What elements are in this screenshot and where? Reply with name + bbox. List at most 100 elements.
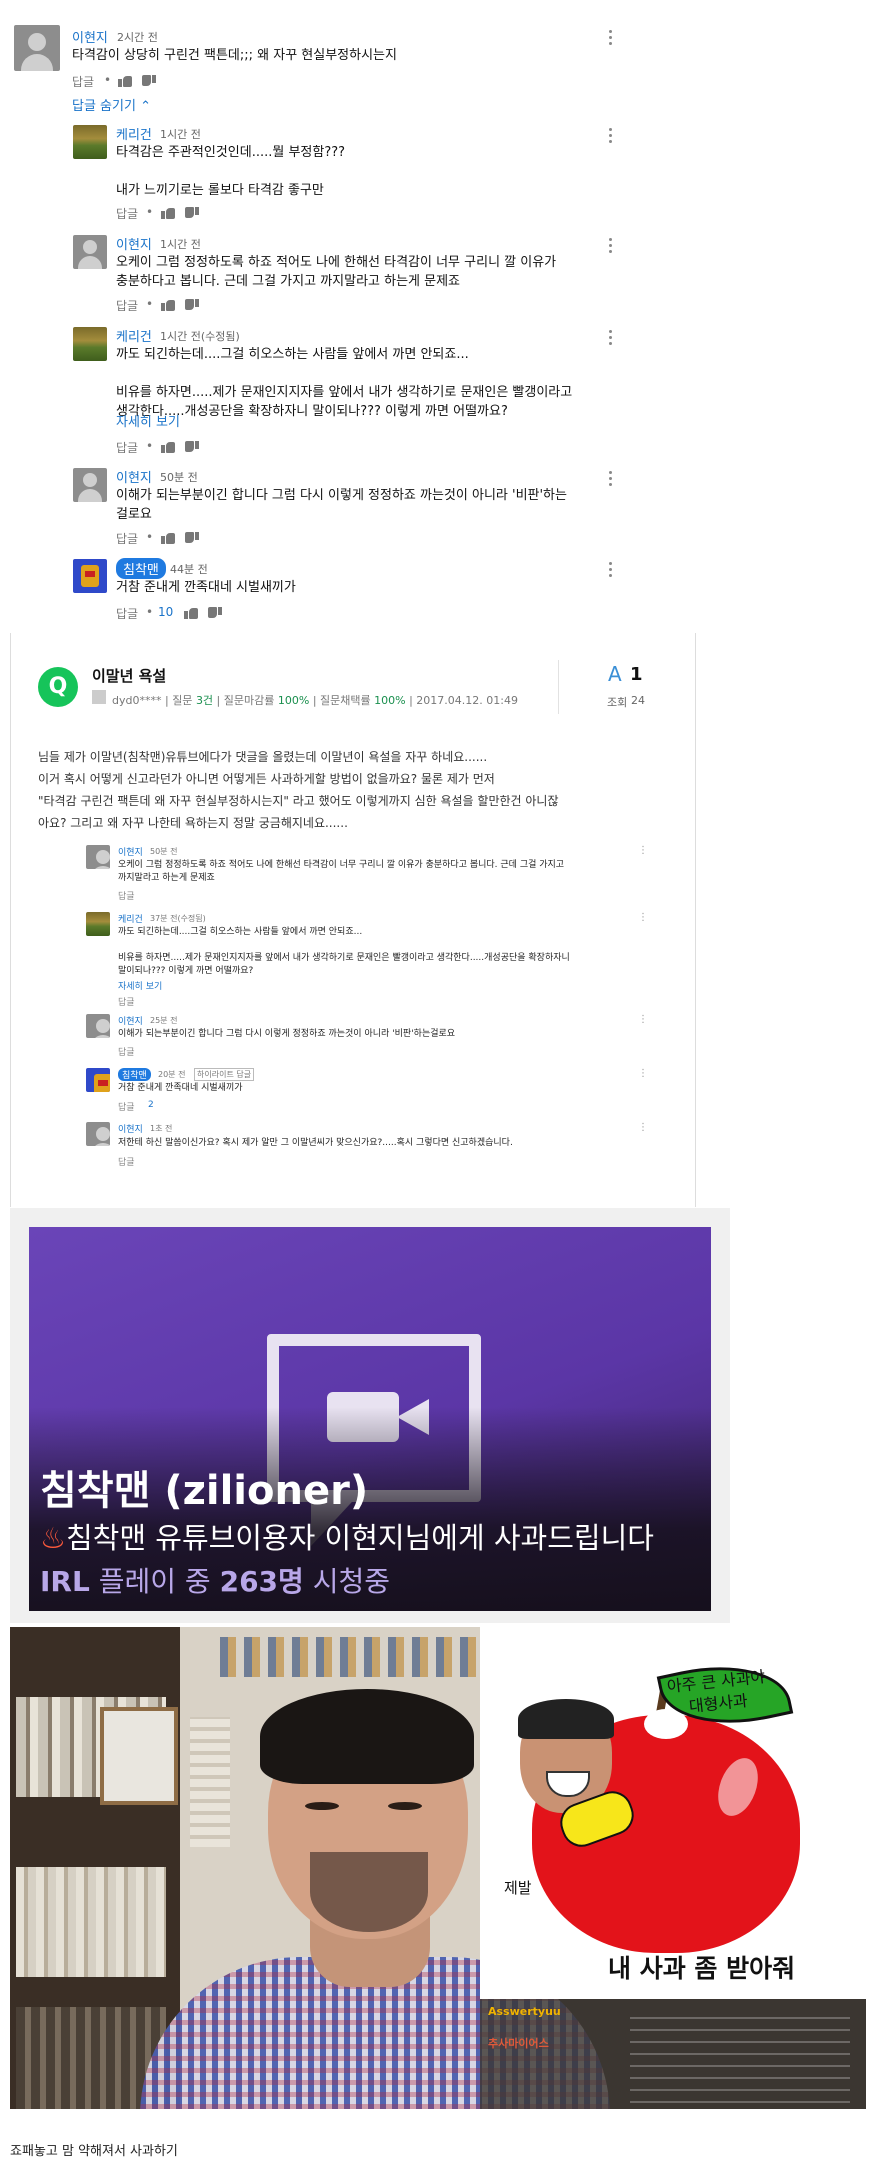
viewer-count: 263명 [219, 1565, 304, 1598]
channel-owner-avatar[interactable] [73, 559, 107, 593]
apology-apple-overlay: 아주 큰 사과야 대형사과 제발 내 사과 좀 받아줘 [480, 1627, 866, 1999]
dislike-icon[interactable] [185, 441, 199, 453]
commenter-name[interactable]: 이현지 [72, 27, 108, 46]
reply-button: 답글 [118, 892, 135, 902]
commenter-name[interactable]: 케리건 [116, 124, 152, 143]
commenter-name[interactable]: 케리건 [116, 326, 152, 345]
caption-text: 죠패놓고 맘 약해져서 사과하기 [10, 2144, 178, 2159]
commenter-avatar [86, 845, 110, 869]
commenter-avatar[interactable] [73, 468, 107, 502]
hide-replies-link[interactable]: 답글 숨기기 ⌃ [72, 95, 151, 114]
apple-main-caption: 내 사과 좀 받아줘 [608, 1954, 796, 1983]
commenter-name[interactable]: 이현지 [116, 467, 152, 486]
dot-separator: • [146, 530, 154, 544]
reply-button[interactable]: 답글 [116, 439, 138, 456]
comment-time[interactable]: 50분 전 [160, 469, 198, 485]
more-options-icon[interactable] [609, 238, 613, 254]
more-options-icon[interactable] [609, 30, 613, 46]
commenter-avatar [86, 1014, 110, 1038]
dislike-icon[interactable] [185, 299, 199, 311]
more-options-icon[interactable] [609, 330, 613, 346]
more-options-icon: ⋮ [638, 912, 648, 923]
person-eye [388, 1802, 422, 1810]
views-label: 조회 [607, 696, 628, 709]
comment-time[interactable]: 1시간 전 [160, 236, 201, 252]
comment-text: 까도 되긴하는데....그걸 히오스하는 사람들 앞에서 까면 안되죠... 비… [116, 347, 573, 419]
more-options-icon: ⋮ [638, 845, 648, 856]
question-user[interactable]: dyd0**** [112, 694, 161, 707]
meta-choose-label: 질문채택률 [320, 694, 371, 707]
stream-video-frame[interactable]: 아주 큰 사과야 대형사과 제발 내 사과 좀 받아줘 Asswertyuu 추… [10, 1627, 866, 2109]
answer-count: 1 [630, 664, 643, 685]
reply-button[interactable]: 답글 [72, 73, 94, 90]
chat-username: Asswertyuu [488, 2005, 561, 2018]
dislike-icon[interactable] [208, 607, 222, 619]
question-title: 이말년 욕설 [92, 667, 167, 685]
highlight-reply-badge: 하이라이트 답글 [194, 1068, 255, 1081]
more-options-icon: ⋮ [638, 1068, 648, 1079]
books-stack [190, 1717, 230, 1847]
comment-time[interactable]: 2시간 전 [117, 29, 158, 45]
comment-text: 거참 준내게 깐족대네 시벌새끼가 [118, 1083, 243, 1093]
comment-text: 타격감은 주관적인것인데.....뭘 부정함??? 내가 느끼기로는 롤보다 타… [116, 145, 346, 198]
meta-close-label: 질문마감률 [223, 694, 275, 707]
like-icon[interactable] [118, 75, 132, 87]
like-icon[interactable] [161, 532, 175, 544]
channel-owner-badge: 침착맨 [118, 1068, 151, 1081]
like-icon[interactable] [184, 607, 198, 619]
like-icon[interactable] [161, 441, 175, 453]
dislike-icon[interactable] [142, 75, 156, 87]
chat-messages [630, 2007, 850, 2103]
comment-text: 오케이 그럼 정정하도록 하죠 적어도 나에 한해선 타격감이 너무 구리니 깔… [118, 860, 565, 883]
books-row [16, 1867, 166, 1977]
reply-button[interactable]: 답글 [116, 297, 138, 314]
dot-separator: • [146, 439, 154, 453]
commenter-name: 이현지 [118, 1017, 143, 1027]
reply-button[interactable]: 답글 [116, 205, 138, 222]
more-options-icon[interactable] [609, 471, 613, 487]
commenter-name[interactable]: 이현지 [116, 234, 152, 253]
reply-button[interactable]: 답글 [116, 605, 138, 622]
stream-status: IRL 플레이 중 263명 시청중 [40, 1560, 390, 1600]
comment-time: 37분 전(수정됨) [150, 914, 206, 923]
comment-time: 1초 전 [150, 1124, 173, 1133]
like-count: 2 [148, 1100, 154, 1110]
question-badge-icon: Q [38, 667, 78, 707]
dot-separator: • [146, 205, 154, 219]
dislike-icon[interactable] [185, 207, 199, 219]
comment-time[interactable]: 1시간 전 [160, 126, 201, 142]
commenter-avatar[interactable] [14, 25, 60, 71]
like-icon[interactable] [161, 207, 175, 219]
comment-text: 타격감이 상당히 구린건 팩튼데;;; 왜 자꾸 현실부정하시는지 [72, 48, 397, 63]
user-avatar-icon[interactable] [92, 690, 106, 704]
stream-channel-name[interactable]: 침착맨 (zilioner) [40, 1458, 368, 1516]
chat-overlay: Asswertyuu 추사마이어스 [480, 1999, 866, 2109]
commenter-avatar[interactable] [73, 327, 107, 361]
comment-time[interactable]: 44분 전 [170, 561, 208, 577]
commenter-avatar[interactable] [73, 235, 107, 269]
read-more-link[interactable]: 자세히 보기 [116, 411, 180, 430]
like-count: 10 [158, 605, 174, 619]
hot-springs-icon: ♨ [40, 1521, 66, 1555]
stream-status-suffix: 시청중 [312, 1565, 390, 1598]
commenter-name: 이현지 [118, 848, 143, 858]
like-icon[interactable] [161, 299, 175, 311]
reply-button[interactable]: 답글 [116, 530, 138, 547]
commenter-avatar [86, 912, 110, 936]
stream-category[interactable]: IRL [40, 1565, 90, 1598]
more-options-icon[interactable] [609, 562, 613, 578]
question-body: 님들 제가 이말년(침착맨)유튜브에다가 댓글을 올렸는데 이말년이 욕설을 자… [38, 750, 559, 830]
views-count: 24 [631, 694, 645, 707]
read-more-link: 자세히 보기 [118, 982, 163, 992]
meta-choose-value: 100% [374, 694, 406, 707]
comment-text: 저한테 하신 말씀이신가요? 혹시 제가 알만 그 이말년씨가 맞으신가요?..… [118, 1138, 513, 1148]
channel-owner-badge[interactable]: 침착맨 [116, 558, 166, 579]
dislike-icon[interactable] [185, 532, 199, 544]
meta-question-label: 질문 [172, 694, 193, 707]
comment-time: 50분 전 [150, 847, 178, 856]
shelf-items [220, 1637, 480, 1677]
more-options-icon[interactable] [609, 128, 613, 144]
dot-separator: • [146, 605, 154, 619]
comment-time[interactable]: 1시간 전(수정됨) [160, 328, 240, 344]
commenter-avatar[interactable] [73, 125, 107, 159]
